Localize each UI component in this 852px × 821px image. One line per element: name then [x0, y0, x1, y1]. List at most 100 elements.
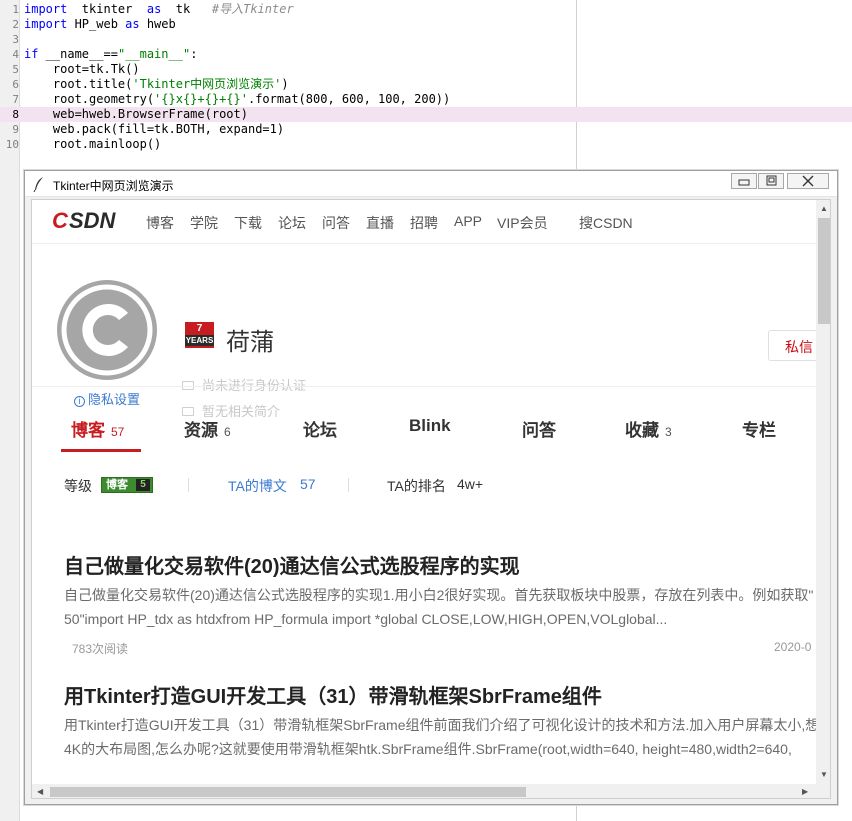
minimize-icon [738, 179, 750, 186]
code-line[interactable]: 4 if __name__=="__main__": [0, 47, 852, 62]
nav-item-blog[interactable]: 博客 [146, 213, 174, 233]
code-token: if [24, 47, 39, 61]
tab-resources[interactable]: 资源 6 [184, 416, 231, 441]
csdn-logo-rest: SDN [69, 210, 117, 232]
nav-item-app[interactable]: APP [454, 213, 482, 229]
code-token: 'Tkinter中网页浏览演示' [132, 77, 282, 91]
divider [348, 478, 349, 492]
code-text: if __name__=="__main__": [24, 47, 197, 62]
vertical-scrollbar[interactable]: ▲ ▼ [816, 200, 830, 784]
close-button[interactable] [787, 173, 829, 189]
privacy-settings-label: 隐私设置 [88, 392, 141, 407]
privacy-settings-link[interactable]: i 隐私设置 [74, 389, 140, 408]
code-token: import [24, 2, 68, 16]
scroll-up-arrow-icon[interactable]: ▲ [820, 204, 828, 214]
tab-count: 6 [224, 425, 231, 439]
article-summary-line: 用Tkinter打造GUI开发工具（31）带滑轨框架SbrFrame组件前面我们… [64, 717, 820, 733]
level-badge-text: 博客 [106, 479, 128, 491]
tab-forum[interactable]: 论坛 [303, 416, 337, 441]
tab-count: 57 [111, 425, 125, 439]
divider [188, 478, 189, 492]
code-token: root.title( [24, 77, 133, 91]
tab-label: 论坛 [303, 421, 337, 440]
tab-qa[interactable]: 问答 [522, 416, 556, 441]
line-number: 8 [12, 108, 19, 121]
nav-item-download[interactable]: 下载 [234, 213, 262, 233]
tab-favorites[interactable]: 收藏 3 [625, 416, 672, 441]
line-number: 5 [12, 63, 19, 76]
csdn-logo[interactable]: C SDN [52, 210, 132, 232]
nav-item-forum[interactable]: 论坛 [278, 213, 306, 233]
code-line[interactable]: 6 root.title('Tkinter中网页浏览演示') [0, 77, 852, 92]
nav-item-academy[interactable]: 学院 [190, 213, 218, 233]
nav-item-qa[interactable]: 问答 [322, 213, 350, 233]
years-label: YEARS [185, 335, 214, 346]
window-title: Tkinter中网页浏览演示 [53, 179, 174, 193]
line-number: 1 [12, 3, 19, 16]
code-token: #导入Tkinter [211, 2, 294, 16]
code-token: web.pack(fill=tk.BOTH, expand=1) [24, 122, 285, 136]
code-line[interactable]: 5 root=tk.Tk() [0, 62, 852, 77]
code-line[interactable]: 1 import tkinter as tk #导入Tkinter [0, 2, 852, 17]
minimize-button[interactable] [731, 173, 757, 189]
rank-value: 4w+ [457, 476, 484, 492]
level-label: 等级 [64, 478, 92, 494]
code-text: import tkinter as tk #导入Tkinter [24, 2, 294, 17]
code-line[interactable]: 3 [0, 32, 852, 47]
horizontal-scrollbar-thumb[interactable] [50, 787, 526, 797]
code-line[interactable]: 8 web=hweb.BrowserFrame(root) [0, 107, 852, 122]
articles-stat-label[interactable]: TA的博文 [228, 476, 287, 496]
code-line[interactable]: 10 root.mainloop() [0, 137, 852, 152]
nav-search-link[interactable]: 搜CSDN [579, 213, 633, 233]
scroll-left-arrow-icon[interactable]: ◀ [37, 787, 43, 797]
years-number: 7 [196, 323, 203, 334]
code-text: web=hweb.BrowserFrame(root) [24, 107, 248, 122]
nav-item-vip[interactable]: VIP会员 [497, 213, 548, 233]
window-titlebar[interactable]: Tkinter中网页浏览演示 [25, 171, 837, 197]
comment-icon [182, 407, 194, 416]
article-title[interactable]: 自己做量化交易软件(20)通达信公式选股程序的实现 [64, 550, 520, 579]
avatar[interactable] [56, 279, 158, 381]
line-number: 2 [12, 18, 19, 31]
nav-item-jobs[interactable]: 招聘 [410, 213, 438, 233]
code-text: web.pack(fill=tk.BOTH, expand=1) [24, 122, 284, 137]
code-line[interactable]: 9 web.pack(fill=tk.BOTH, expand=1) [0, 122, 852, 137]
tab-columns[interactable]: 专栏 [742, 416, 776, 441]
code-text: root.geometry('{}x{}+{}+{}'.format(800, … [24, 92, 450, 107]
code-token: __name__== [38, 47, 118, 61]
active-tab-indicator [61, 449, 141, 452]
code-token: ) [281, 77, 289, 91]
article-read-count: 783次阅读 [72, 642, 129, 656]
line-number: 6 [12, 78, 19, 91]
scroll-down-arrow-icon[interactable]: ▼ [820, 770, 828, 780]
scroll-right-arrow-icon[interactable]: ▶ [802, 787, 808, 797]
tab-label: 资源 [184, 421, 218, 440]
horizontal-scrollbar[interactable]: ◀ ▶ [32, 784, 816, 798]
level-badge-number: 5 [136, 479, 150, 491]
tab-label: 问答 [522, 421, 556, 440]
code-token: hweb [139, 17, 176, 31]
csdn-navbar: C SDN 博客 学院 下载 论坛 问答 直播 招聘 APP VIP会员 搜CS… [32, 200, 822, 244]
info-icon: i [74, 396, 85, 407]
tab-blink[interactable]: Blink [409, 416, 451, 436]
username: 荷蒲 [226, 329, 274, 356]
code-token: : [190, 47, 198, 61]
articles-stat-value[interactable]: 57 [300, 476, 316, 492]
code-token: root=tk.Tk() [24, 62, 140, 76]
tk-feather-icon [33, 177, 43, 192]
code-line[interactable]: 7 root.geometry('{}x{}+{}+{}'.format(800… [0, 92, 852, 107]
browser-frame[interactable]: C SDN 博客 学院 下载 论坛 问答 直播 招聘 APP VIP会员 搜CS… [31, 199, 831, 799]
code-text: root.mainloop() [24, 137, 161, 152]
code-token: as [125, 17, 140, 31]
years-badge: 7 YEARS [185, 322, 214, 348]
article-title[interactable]: 用Tkinter打造GUI开发工具（31）带滑轨框架SbrFrame组件 [64, 680, 602, 709]
vertical-scrollbar-thumb[interactable] [818, 218, 830, 324]
code-line[interactable]: 2 import HP_web as hweb [0, 17, 852, 32]
profile-header: i 隐私设置 7 YEARS 荷蒲 尚未进行身份认证 暂无相关简介 私信 [32, 245, 830, 420]
article-summary-line: 4K的大布局图,怎么办呢?这就要使用带滑轨框架htk.SbrFrame组件.Sb… [64, 741, 792, 757]
maximize-button[interactable] [758, 173, 784, 189]
nav-item-live[interactable]: 直播 [366, 213, 394, 233]
code-text: root=tk.Tk() [24, 62, 140, 77]
tkinter-window[interactable]: Tkinter中网页浏览演示 C SDN 博客 学院 下载 论坛 问答 直播 招… [24, 170, 838, 805]
tab-blog[interactable]: 博客 57 [71, 416, 124, 441]
